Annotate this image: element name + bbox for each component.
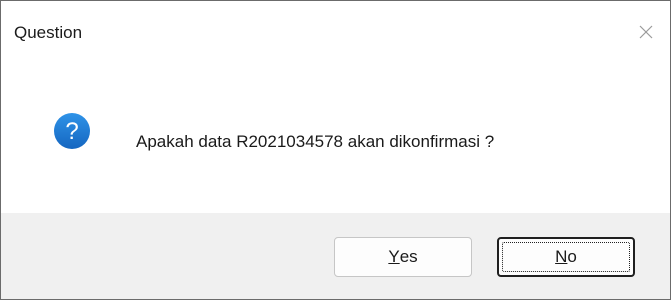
no-button[interactable]: No (497, 237, 635, 277)
button-bar: Yes No (1, 213, 670, 299)
svg-text:?: ? (65, 118, 78, 145)
question-dialog: Question ? Apakah data R2021034578 akan … (0, 0, 671, 300)
title-bar[interactable]: Question (1, 1, 670, 63)
dialog-message: Apakah data R2021034578 akan dikonfirmas… (136, 132, 495, 151)
dialog-content: ? Apakah data R2021034578 akan dikonfirm… (1, 63, 670, 213)
no-mnemonic: N (555, 247, 568, 266)
yes-label-rest: es (399, 247, 418, 266)
question-icon: ? (54, 113, 90, 149)
close-button[interactable] (622, 1, 670, 63)
no-label-rest: o (567, 247, 577, 266)
yes-mnemonic: Y (388, 247, 400, 266)
yes-button[interactable]: Yes (334, 237, 472, 277)
close-icon (639, 25, 653, 39)
dialog-title: Question (14, 23, 83, 42)
